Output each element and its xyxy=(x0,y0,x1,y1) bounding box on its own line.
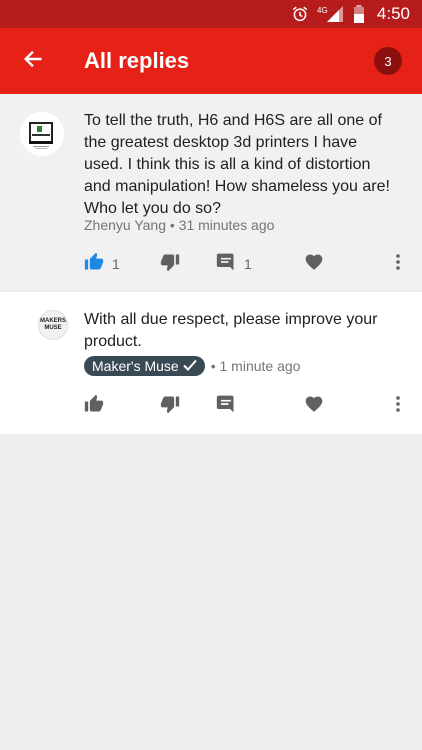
alarm-icon xyxy=(291,5,309,23)
comment-text: With all due respect, please improve you… xyxy=(84,311,378,350)
avatar[interactable]: MAKERS MUSE xyxy=(38,310,68,340)
reply-comment-icon xyxy=(216,252,236,277)
heart-icon xyxy=(304,394,324,419)
avatar-logo: MAKERS MUSE xyxy=(39,311,67,332)
reply-count: 1 xyxy=(244,256,252,272)
comment-meta: Zhenyu Yang • 31 minutes ago xyxy=(84,217,274,233)
comment-timestamp: 1 minute ago xyxy=(219,358,301,374)
comment-card: MAKERS MUSE With all due respect, please… xyxy=(0,292,422,434)
like-count: 1 xyxy=(112,256,120,272)
comment-timestamp: 31 minutes ago xyxy=(178,217,275,233)
author-chip[interactable]: Maker's Muse xyxy=(84,356,205,376)
thumbs-down-icon xyxy=(160,252,180,277)
author-name[interactable]: Zhenyu Yang xyxy=(84,217,166,233)
author-name: Maker's Muse xyxy=(92,358,179,374)
avatar-logo-line-1: MAKERS xyxy=(39,318,66,324)
like-button[interactable] xyxy=(84,394,160,419)
like-button[interactable]: 1 xyxy=(84,252,160,277)
more-options-button[interactable] xyxy=(386,253,410,276)
meta-separator: • xyxy=(210,358,220,374)
more-vert-icon xyxy=(395,395,401,418)
comment-actions: 1 1 xyxy=(84,251,410,277)
app-bar: All replies 3 xyxy=(0,28,422,94)
dislike-button[interactable] xyxy=(160,394,216,419)
battery-icon xyxy=(353,5,365,23)
reply-comment-icon xyxy=(216,394,236,419)
comment-text: To tell the truth, H6 and H6S are all on… xyxy=(84,112,390,217)
clock-time: 4:50 xyxy=(376,4,410,23)
reply-button[interactable]: 1 xyxy=(216,252,304,277)
reply-count-badge: 3 xyxy=(374,47,402,75)
verified-check-icon xyxy=(182,358,197,374)
thumbs-up-icon xyxy=(84,252,104,277)
avatar[interactable] xyxy=(20,112,64,156)
back-button[interactable] xyxy=(0,28,66,94)
heart-icon xyxy=(304,252,324,277)
dislike-button[interactable] xyxy=(160,252,216,277)
thumbs-down-icon xyxy=(160,394,180,419)
thumbs-up-icon xyxy=(84,394,104,419)
page-title: All replies xyxy=(84,48,190,73)
network-label: 4G xyxy=(317,6,328,15)
heart-button[interactable] xyxy=(304,252,386,277)
printer-avatar-image xyxy=(20,112,64,156)
meta-separator: • xyxy=(166,217,179,233)
comment-card: To tell the truth, H6 and H6S are all on… xyxy=(0,94,422,290)
comment-meta: Maker's Muse • 1 minute ago xyxy=(84,356,300,376)
arrow-left-icon xyxy=(22,48,44,75)
reply-button[interactable] xyxy=(216,394,304,419)
signal-icon: 4G xyxy=(317,5,345,23)
more-options-button[interactable] xyxy=(386,395,410,418)
more-vert-icon xyxy=(395,253,401,276)
status-bar: 4G 4:50 xyxy=(0,0,422,28)
heart-button[interactable] xyxy=(304,394,386,419)
comment-actions xyxy=(84,393,410,419)
avatar-logo-line-2: MUSE xyxy=(44,325,62,331)
